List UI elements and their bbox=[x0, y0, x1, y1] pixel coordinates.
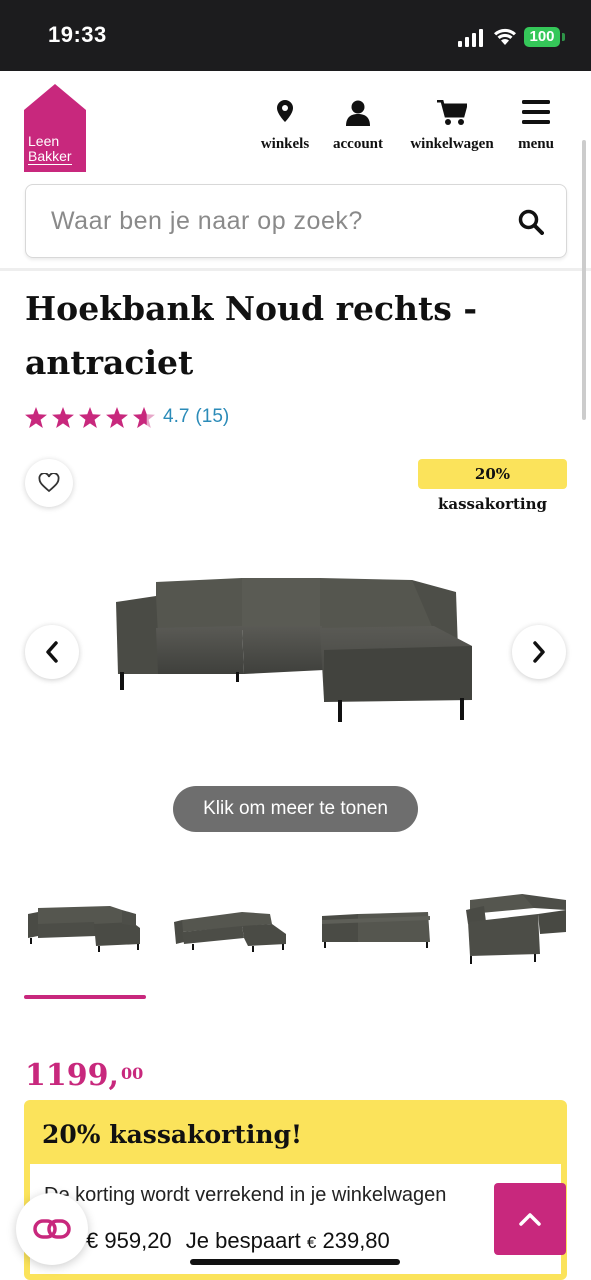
price-cents: 00 bbox=[120, 1064, 144, 1083]
wifi-icon bbox=[494, 28, 516, 45]
rating-value: 4.7 bbox=[163, 406, 190, 427]
nav-label: menu bbox=[518, 136, 554, 152]
signal-icon bbox=[458, 27, 484, 47]
logo-text-1: Leen bbox=[28, 133, 60, 149]
nav-winkels[interactable]: winkels bbox=[254, 100, 316, 153]
saving-label: Je bespaart bbox=[185, 1228, 301, 1253]
nav-label: winkelwagen bbox=[410, 136, 494, 152]
battery-nub bbox=[562, 33, 565, 41]
chevron-left-icon bbox=[46, 641, 58, 663]
discount-badge: 20% kassakorting bbox=[418, 459, 567, 513]
thumbnail-3[interactable] bbox=[318, 880, 436, 960]
scroll-to-top-button[interactable] bbox=[494, 1183, 566, 1255]
chevron-up-icon bbox=[519, 1213, 541, 1226]
chat-icon bbox=[33, 1219, 71, 1239]
scrollbar[interactable] bbox=[582, 140, 586, 420]
chevron-right-icon bbox=[533, 641, 545, 663]
thumbnail-2[interactable] bbox=[172, 880, 290, 960]
star-half-icon bbox=[133, 406, 155, 428]
new-price: 959,20 bbox=[104, 1228, 172, 1253]
promo-details: De korting wordt verrekend in je winkelw… bbox=[30, 1164, 561, 1274]
star-icon bbox=[79, 406, 101, 428]
search-input[interactable]: Waar ben je naar op zoek? bbox=[51, 207, 363, 236]
promo-title: 20% kassakorting! bbox=[42, 1120, 302, 1149]
saving-currency: € bbox=[306, 1233, 317, 1252]
gallery-prev-button[interactable] bbox=[25, 625, 79, 679]
status-bar: 19:33 100 bbox=[0, 0, 591, 71]
price-whole: 1199, bbox=[25, 1058, 119, 1093]
promo-box: 20% kassakorting! De korting wordt verre… bbox=[24, 1100, 567, 1280]
favorite-button[interactable] bbox=[25, 459, 73, 507]
user-icon bbox=[346, 100, 370, 126]
heart-icon bbox=[38, 473, 60, 493]
nav-account[interactable]: account bbox=[326, 100, 390, 153]
rating-count[interactable]: (15) bbox=[195, 406, 229, 428]
nav-menu[interactable]: menu bbox=[512, 100, 560, 153]
star-icon bbox=[25, 406, 47, 428]
thumbnail-active-indicator bbox=[24, 995, 146, 999]
cart-icon bbox=[437, 100, 467, 125]
search-icon[interactable] bbox=[518, 209, 544, 235]
nav-label: winkels bbox=[260, 136, 310, 152]
header-divider bbox=[0, 268, 591, 271]
home-indicator bbox=[190, 1259, 400, 1265]
product-image[interactable] bbox=[112, 570, 476, 730]
promo-prices: € 959,20 Je bespaart € 239,80 bbox=[86, 1228, 390, 1254]
gallery-next-button[interactable] bbox=[512, 625, 566, 679]
star-icon bbox=[106, 406, 128, 428]
chat-button[interactable] bbox=[16, 1193, 88, 1265]
location-pin-icon bbox=[277, 100, 293, 122]
nav-winkelwagen[interactable]: winkelwagen bbox=[400, 100, 504, 153]
promo-description: De korting wordt verrekend in je winkelw… bbox=[44, 1184, 447, 1206]
product-rating[interactable]: 4.7 (15) bbox=[25, 406, 229, 428]
status-time: 19:33 bbox=[48, 22, 107, 47]
leen-bakker-logo[interactable]: Leen Bakker bbox=[24, 84, 86, 172]
nav-label: account bbox=[333, 136, 383, 152]
battery-indicator: 100 bbox=[524, 27, 560, 47]
logo-text-2: Bakker bbox=[28, 148, 72, 165]
search-bar[interactable]: Waar ben je naar op zoek? bbox=[25, 184, 567, 258]
thumbnail-1[interactable] bbox=[26, 880, 144, 960]
thumbnail-4[interactable] bbox=[462, 880, 568, 966]
hamburger-icon bbox=[522, 100, 550, 124]
saving-amount: 239,80 bbox=[322, 1228, 390, 1253]
star-icon bbox=[52, 406, 74, 428]
product-price: 1199, 00 bbox=[25, 1058, 143, 1093]
product-title: Hoekbank Noud rechts - antraciet bbox=[25, 289, 478, 382]
show-more-button[interactable]: Klik om meer te tonen bbox=[173, 786, 418, 832]
